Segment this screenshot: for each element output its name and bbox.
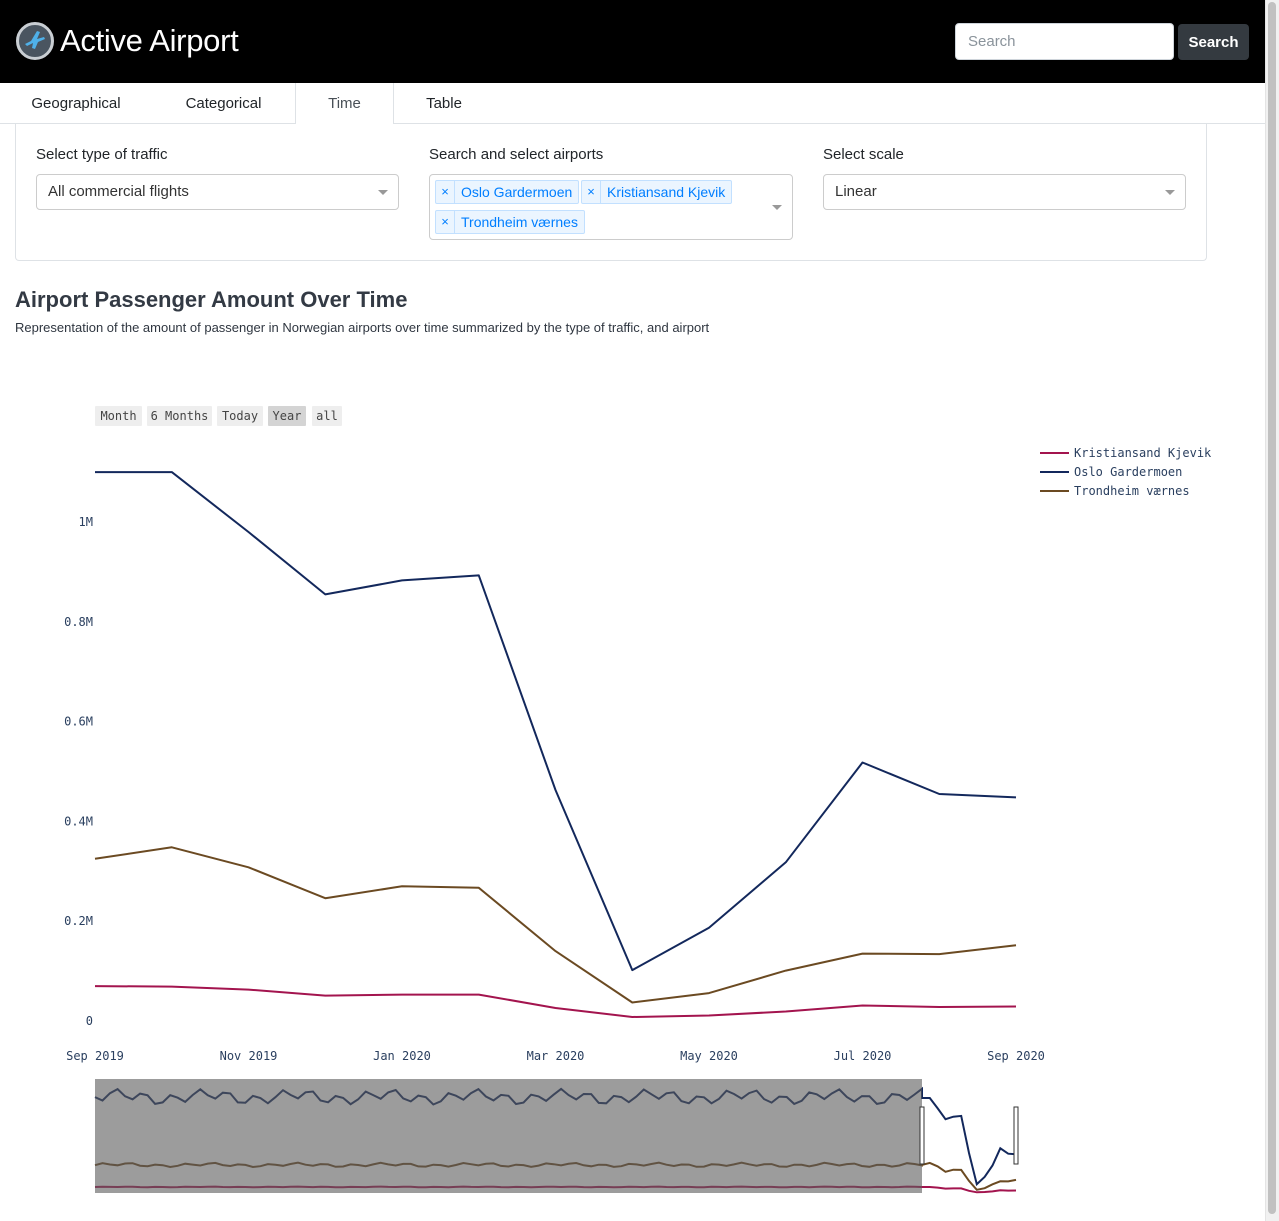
- x-tick-label: May 2020: [680, 1049, 738, 1063]
- y-tick-label: 0: [86, 1014, 93, 1028]
- y-tick-label: 0.6M: [64, 715, 93, 729]
- x-tick-label: Jan 2020: [373, 1049, 431, 1063]
- x-axis: Sep 2019 Nov 2019 Jan 2020 Mar 2020 May 2020…: [66, 1049, 1045, 1063]
- x-tick-label: Mar 2020: [527, 1049, 585, 1063]
- range-slider[interactable]: [94, 1079, 1019, 1194]
- x-tick-label: Sep 2019: [66, 1049, 124, 1063]
- range-button-label: Month: [100, 409, 136, 423]
- y-axis: 0 0.2M 0.4M 0.6M 0.8M 1M: [64, 515, 93, 1028]
- range-selector: Month 6 Months Today Year all: [95, 406, 342, 426]
- x-tick-label: Nov 2019: [220, 1049, 278, 1063]
- range-button-label: all: [316, 409, 338, 423]
- range-button-all[interactable]: all: [312, 406, 342, 426]
- range-button-6-months[interactable]: 6 Months: [147, 406, 212, 426]
- range-button-today[interactable]: Today: [217, 406, 263, 426]
- line-chart: Month 6 Months Today Year all 00.2M0.4M0.6M0…: [64, 406, 1212, 1194]
- y-tick-label: 0.2M: [64, 914, 93, 928]
- legend-label: Trondheim værnes: [1074, 484, 1190, 498]
- legend-item[interactable]: Kristiansand Kjevik: [1040, 446, 1212, 460]
- legend-item[interactable]: Trondheim værnes: [1040, 484, 1190, 498]
- y-tick-label: 0.4M: [64, 814, 93, 828]
- y-tick-label: 0.8M: [64, 615, 93, 629]
- x-tick-label: Jul 2020: [834, 1049, 892, 1063]
- series-line-kristiansand-kjevik[interactable]: [94, 985, 1017, 1018]
- x-tick-label: Sep 2020: [987, 1049, 1045, 1063]
- range-slider-mask: [95, 1079, 922, 1193]
- legend-label: Oslo Gardermoen: [1074, 465, 1182, 479]
- series-line-trondheim-værnes[interactable]: [94, 846, 1017, 1004]
- legend-item[interactable]: Oslo Gardermoen: [1040, 465, 1182, 479]
- range-slider-handle[interactable]: [1013, 1106, 1019, 1165]
- y-tick-label: 1M: [79, 515, 93, 529]
- range-button-label: 6 Months: [151, 409, 209, 423]
- legend: Kristiansand Kjevik Oslo Gardermoen Trondh…: [1040, 446, 1212, 498]
- range-button-label: Today: [222, 409, 258, 423]
- legend-label: Kristiansand Kjevik: [1074, 446, 1212, 460]
- series-line-oslo-gardermoen[interactable]: [95, 471, 1017, 972]
- range-button-month[interactable]: Month: [95, 406, 142, 426]
- range-button-year[interactable]: Year: [268, 406, 306, 426]
- plot-area[interactable]: [94, 471, 1017, 1018]
- range-button-label: Year: [273, 409, 302, 423]
- page-scrollbar-thumb[interactable]: [1268, 2, 1276, 1214]
- range-slider-handle[interactable]: [919, 1106, 925, 1165]
